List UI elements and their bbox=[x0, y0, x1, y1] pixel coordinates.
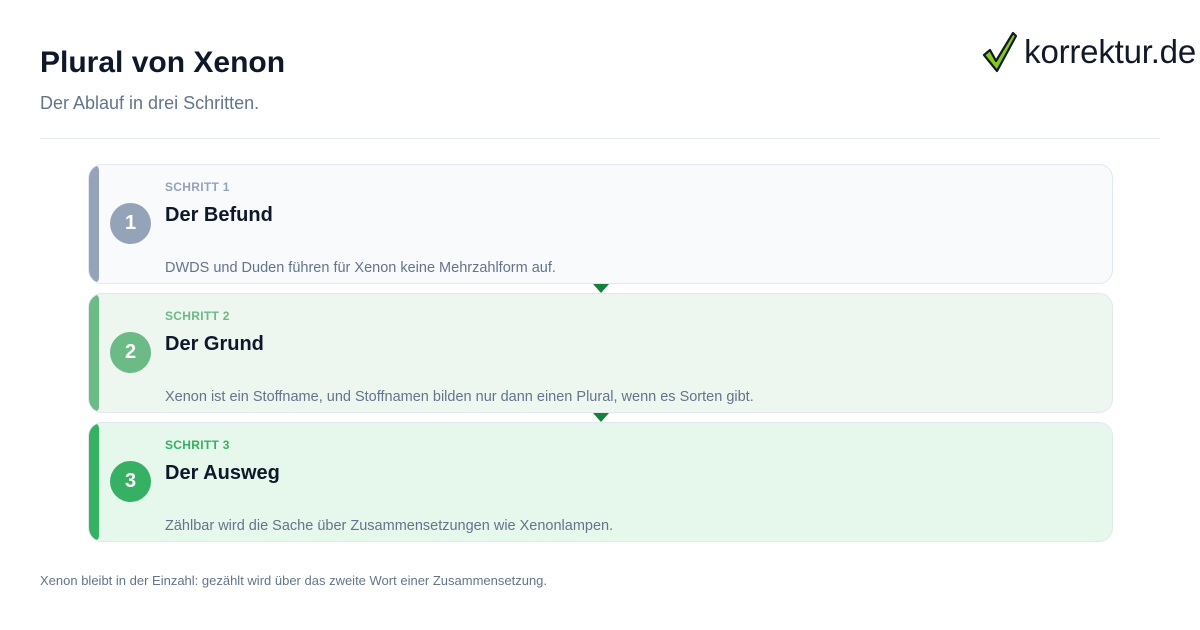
connector-arrow-icon bbox=[593, 284, 609, 293]
step-accent-bar bbox=[89, 423, 99, 541]
step-number-badge: 2 bbox=[110, 332, 151, 373]
footnote: Xenon bleibt in der Einzahl: gezählt wir… bbox=[40, 573, 548, 588]
step-description: DWDS und Duden führen für Xenon keine Me… bbox=[165, 260, 556, 276]
step-accent-bar bbox=[89, 165, 99, 283]
step-title: Der Grund bbox=[165, 333, 264, 355]
brand-logo[interactable]: korrektur.de bbox=[982, 30, 1196, 74]
checkmark-icon bbox=[983, 31, 1018, 73]
step-card-2: 2 SCHRITT 2 Der Grund Xenon ist ein Stof… bbox=[88, 293, 1113, 413]
step-description: Zählbar wird die Sache über Zusammensetz… bbox=[165, 518, 614, 534]
connector-arrow-icon bbox=[593, 413, 609, 422]
step-number-badge: 3 bbox=[110, 461, 151, 502]
page-title: Plural von Xenon bbox=[40, 46, 286, 79]
logo-text: korrektur.de bbox=[1024, 33, 1196, 70]
step-card-3: 3 SCHRITT 3 Der Ausweg Zählbar wird die … bbox=[88, 422, 1113, 542]
step-title: Der Ausweg bbox=[165, 462, 280, 484]
step-kicker: SCHRITT 2 bbox=[165, 309, 230, 323]
step-accent-bar bbox=[89, 294, 99, 412]
step-card-1: 1 SCHRITT 1 Der Befund DWDS und Duden fü… bbox=[88, 164, 1113, 284]
step-kicker: SCHRITT 3 bbox=[165, 438, 230, 452]
page-subtitle: Der Ablauf in drei Schritten. bbox=[40, 93, 260, 113]
step-number-badge: 1 bbox=[110, 203, 151, 244]
step-kicker: SCHRITT 1 bbox=[165, 180, 230, 194]
step-description: Xenon ist ein Stoffname, und Stoffnamen … bbox=[165, 389, 754, 405]
step-title: Der Befund bbox=[165, 204, 273, 226]
